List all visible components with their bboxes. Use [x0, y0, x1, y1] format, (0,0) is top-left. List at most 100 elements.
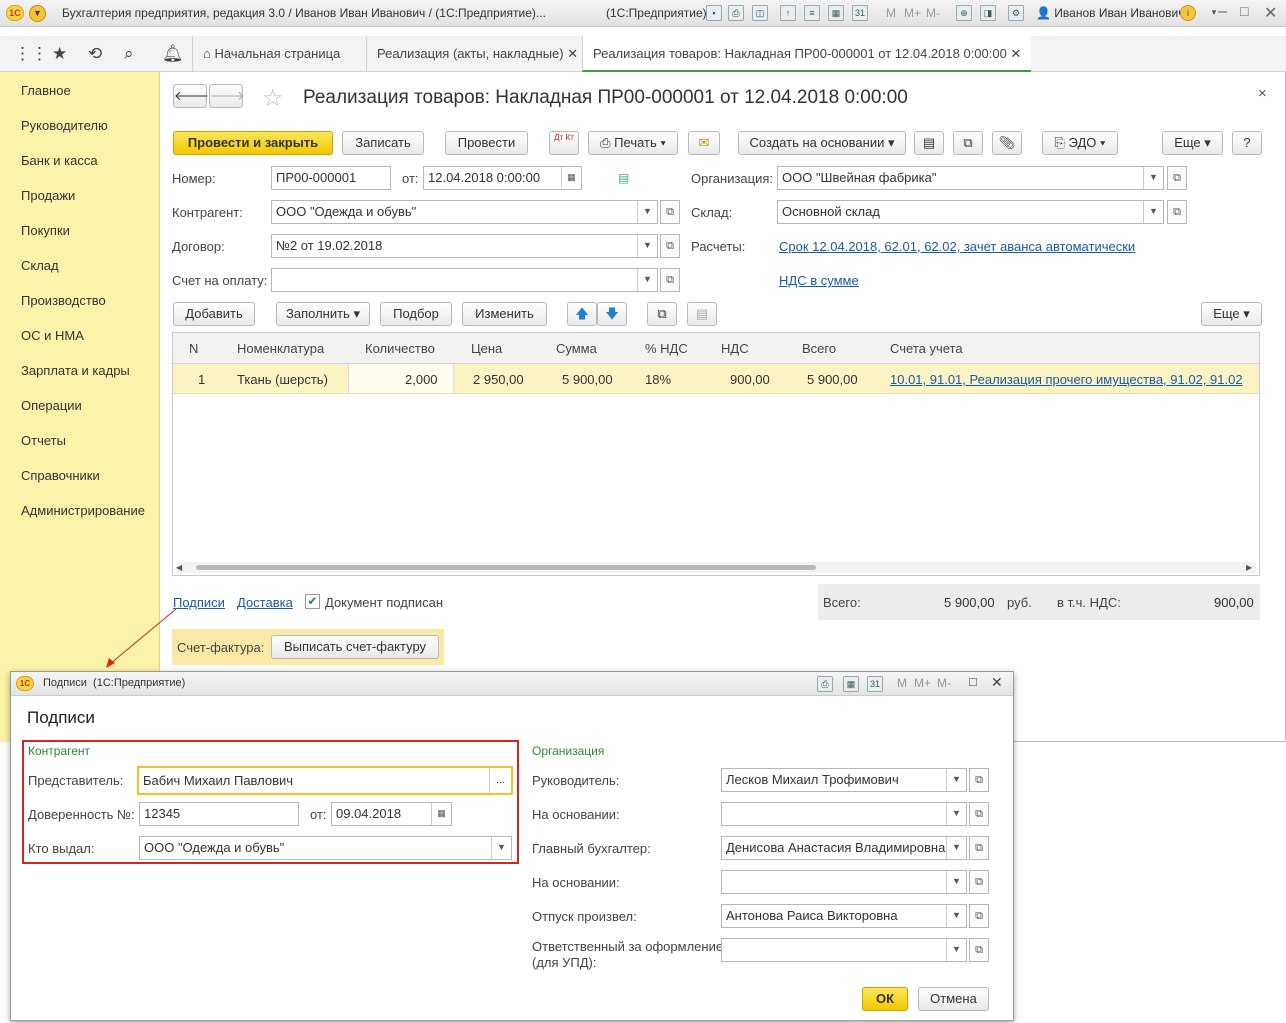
maximize-icon[interactable]: □ [1240, 3, 1248, 19]
sidebar-item-references[interactable]: Справочники [21, 468, 100, 483]
favorites-star-icon[interactable]: ★ [52, 44, 67, 64]
structure-icon[interactable]: ⧉ [953, 131, 983, 155]
select-ellipsis-icon[interactable]: ... [489, 768, 511, 793]
sidebar-item-admin[interactable]: Администрирование [21, 503, 145, 518]
memory-plus-button[interactable]: M+ [904, 6, 921, 20]
cell-accounts-link[interactable]: 10.01, 91.01, Реализация прочего имущест… [890, 372, 1243, 387]
upload-icon[interactable]: ↑ [780, 5, 796, 21]
move-down-icon[interactable]: 🡇 [597, 302, 627, 326]
proxy-number-field[interactable]: 12345 [139, 802, 299, 826]
calculator-icon[interactable]: ▦ [828, 5, 844, 21]
cell-qty[interactable]: 2,000 [405, 372, 438, 387]
cell-vat-rate[interactable]: 18% [645, 372, 671, 387]
sidebar-item-warehouse[interactable]: Склад [21, 258, 59, 273]
cell-vat[interactable]: 900,00 [730, 372, 770, 387]
sidebar-item-manager[interactable]: Руководителю [21, 118, 108, 133]
tab-home[interactable]: ⌂ Начальная страница [192, 36, 350, 72]
chevron-down-icon[interactable]: ▼ [946, 837, 966, 859]
save-button[interactable]: Записать [342, 131, 424, 155]
column-header[interactable]: НДС [721, 341, 749, 356]
tab-sales-document[interactable]: Реализация товаров: Накладная ПР00-00000… [582, 36, 1032, 72]
horizontal-scrollbar[interactable]: ◀ ▶ [176, 562, 1256, 573]
open-basis1-icon[interactable]: ⧉ [969, 802, 989, 826]
chevron-down-icon[interactable]: ▼ [637, 235, 657, 257]
open-accountant-icon[interactable]: ⧉ [969, 836, 989, 860]
chief-accountant-field[interactable]: Денисова Анастасия Владимировна ▼ [721, 836, 967, 860]
memory-m-button[interactable]: M [886, 6, 896, 20]
representative-field[interactable]: Бабич Михаил Павлович... [137, 766, 513, 795]
calendar-icon[interactable]: ▦ [431, 803, 451, 825]
scroll-left-icon[interactable]: ◀ [176, 563, 182, 572]
panels-icon[interactable]: ◨ [980, 5, 996, 21]
attach-list-icon[interactable]: ≡ [804, 5, 820, 21]
chevron-down-icon[interactable]: ▼ [637, 201, 657, 223]
post-button[interactable]: Провести [445, 131, 528, 155]
tools-icon[interactable]: ⚙ [1008, 5, 1024, 21]
memory-minus-button[interactable]: M- [937, 676, 951, 690]
column-header[interactable]: Сумма [556, 341, 597, 356]
preview-icon[interactable]: ◫ [752, 5, 768, 21]
help-button[interactable]: ? [1232, 131, 1262, 155]
date-field[interactable]: 12.04.2018 0:00:00 ▦ [423, 166, 582, 190]
create-based-on-button[interactable]: Создать на основании ▾ [738, 131, 906, 155]
calendar-icon[interactable]: 31 [867, 676, 883, 692]
edo-button[interactable]: ⎘ ЭДО ▾ [1042, 131, 1118, 155]
ok-button[interactable]: ОК [862, 987, 908, 1011]
signed-checkbox[interactable]: ✔ [305, 594, 320, 609]
cell-item[interactable]: Ткань (шерсть) [237, 372, 328, 387]
warehouse-field[interactable]: Основной склад ▼ [777, 200, 1164, 224]
zoom-icon[interactable]: ⊕ [956, 5, 972, 21]
issued-by-field[interactable]: ООО "Одежда и обувь" ▼ [139, 836, 512, 860]
calendar-icon[interactable]: ▦ [561, 167, 581, 189]
open-head-icon[interactable]: ⧉ [969, 768, 989, 792]
basis1-field[interactable]: ▼ [721, 802, 967, 826]
memory-plus-button[interactable]: M+ [914, 676, 931, 690]
proxy-date-field[interactable]: 09.04.2018 ▦ [331, 802, 452, 826]
contract-field[interactable]: №2 от 19.02.2018 ▼ [271, 234, 658, 258]
head-field[interactable]: Лесков Михаил Трофимович ▼ [721, 768, 967, 792]
column-header[interactable]: Всего [802, 341, 836, 356]
open-responsible-icon[interactable]: ⧉ [969, 938, 989, 962]
move-up-icon[interactable]: 🡅 [567, 302, 597, 326]
column-header[interactable]: N [189, 341, 198, 356]
chevron-down-icon[interactable]: ▼ [946, 871, 966, 893]
open-organization-icon[interactable]: ⧉ [1167, 166, 1187, 190]
chevron-down-icon[interactable]: ▼ [1143, 167, 1163, 189]
sidebar-item-operations[interactable]: Операции [21, 398, 82, 413]
column-header[interactable]: % НДС [645, 341, 688, 356]
close-dialog-icon[interactable]: ✕ [991, 674, 1003, 691]
notifications-bell-icon[interactable]: 🔔︎ [162, 44, 184, 64]
open-contract-icon[interactable]: ⧉ [660, 234, 680, 258]
search-icon[interactable]: ⌕ [124, 44, 134, 64]
table-row[interactable]: 1 Ткань (шерсть) 2,000 2 950,00 5 900,00… [173, 364, 1259, 394]
pick-button[interactable]: Подбор [380, 302, 452, 326]
close-window-icon[interactable]: ✕ [1264, 3, 1277, 23]
cell-sum[interactable]: 5 900,00 [562, 372, 613, 387]
maximize-icon[interactable]: □ [969, 674, 977, 689]
print-icon[interactable]: ⎙ [817, 676, 833, 692]
sidebar-item-purchases[interactable]: Покупки [21, 223, 70, 238]
calendar-icon[interactable]: 31 [852, 5, 868, 21]
sidebar-item-sales[interactable]: Продажи [21, 188, 75, 203]
settlements-link[interactable]: Срок 12.04.2018, 62.01, 62.02, зачет ава… [779, 239, 1135, 254]
print-button[interactable]: ⎙ Печать ▾ [588, 131, 678, 155]
scrollbar-thumb[interactable] [196, 565, 816, 570]
paperclip-icon[interactable]: 📎︎ [992, 131, 1022, 155]
journal-icon[interactable]: ▤ [914, 131, 944, 155]
cell-price[interactable]: 2 950,00 [473, 372, 524, 387]
add-row-button[interactable]: Добавить [173, 302, 255, 326]
sidebar-item-bank[interactable]: Банк и касса [21, 153, 98, 168]
history-icon[interactable]: ⟲ [88, 44, 102, 64]
memory-minus-button[interactable]: M- [926, 6, 940, 20]
print-icon[interactable]: ⎙ [728, 5, 744, 21]
open-released-icon[interactable]: ⧉ [969, 904, 989, 928]
sidebar-item-reports[interactable]: Отчеты [21, 433, 66, 448]
column-header[interactable]: Количество [365, 341, 435, 356]
change-button[interactable]: Изменить [462, 302, 547, 326]
chevron-down-icon[interactable]: ▼ [1143, 201, 1163, 223]
column-header[interactable]: Номенклатура [237, 341, 324, 356]
save-icon[interactable]: ▪ [706, 5, 722, 21]
open-invoice-icon[interactable]: ⧉ [660, 268, 680, 292]
open-warehouse-icon[interactable]: ⧉ [1167, 200, 1187, 224]
close-tab-icon[interactable]: ✕ [1010, 46, 1021, 61]
